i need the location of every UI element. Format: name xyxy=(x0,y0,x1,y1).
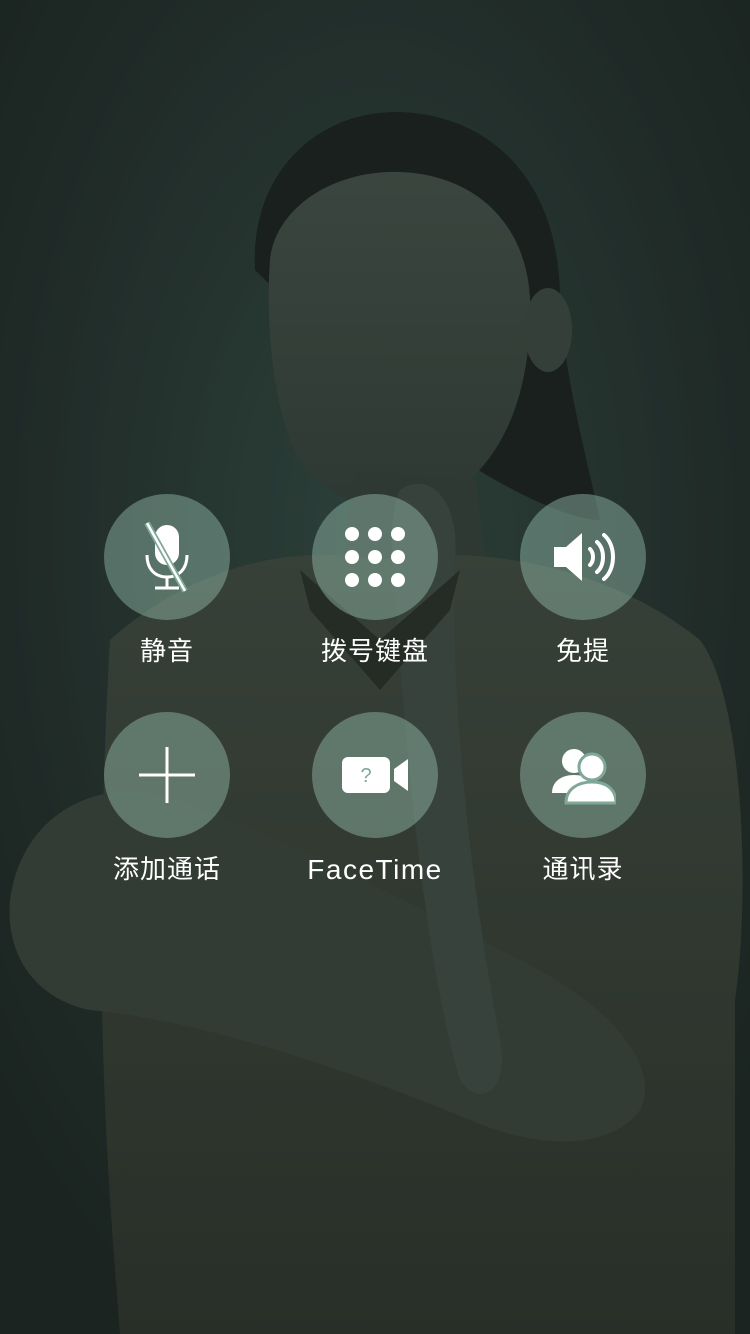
contacts-button[interactable] xyxy=(520,712,646,838)
facetime-button[interactable]: ? xyxy=(312,712,438,838)
mute-button[interactable] xyxy=(104,494,230,620)
add-call-label: 添加通话 xyxy=(112,855,221,885)
speaker-label: 免提 xyxy=(555,637,610,667)
svg-text:?: ? xyxy=(360,765,371,787)
background-dim-overlay xyxy=(0,0,750,1334)
contacts-label: 通讯录 xyxy=(542,855,624,885)
video-camera-icon: ? xyxy=(342,757,408,793)
keypad-label: 拨号键盘 xyxy=(320,637,429,667)
facetime-label: FaceTime xyxy=(307,854,443,885)
keypad-button[interactable] xyxy=(312,494,438,620)
contacts-icon xyxy=(552,749,616,805)
speaker-icon xyxy=(554,533,615,581)
mute-label: 静音 xyxy=(139,637,194,667)
mic-muted-icon xyxy=(144,521,189,593)
call-screen: 静音 拨号键盘 免提 添加通话 ? FaceTime 通讯录 xyxy=(0,0,750,1334)
speaker-button[interactable] xyxy=(520,494,646,620)
keypad-grid-icon xyxy=(345,527,405,587)
plus-icon xyxy=(139,747,195,803)
add-call-button[interactable] xyxy=(104,712,230,838)
